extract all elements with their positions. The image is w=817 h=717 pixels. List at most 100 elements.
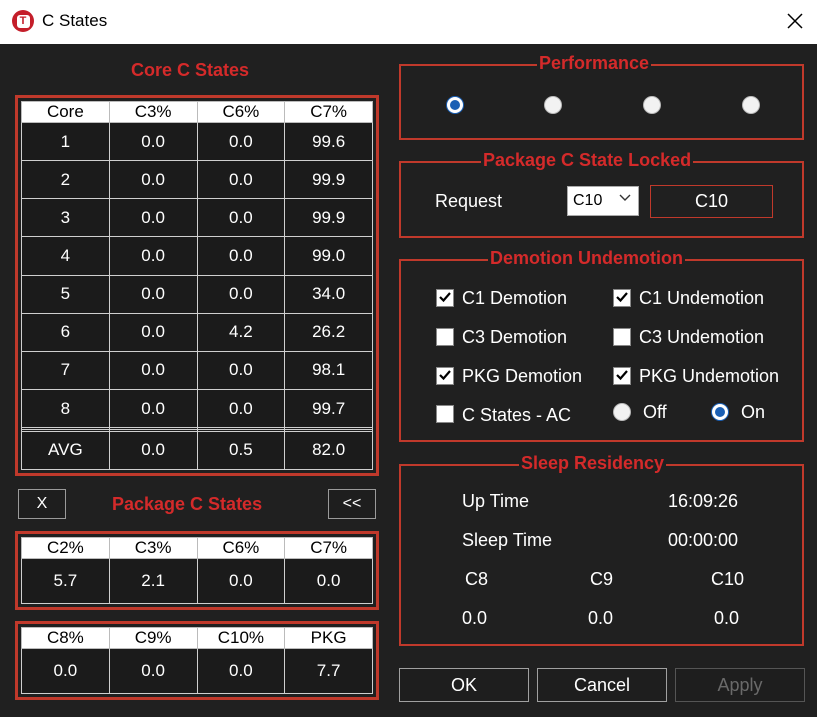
table-cell: 99.7 <box>284 388 373 429</box>
performance-title: Performance <box>537 53 652 74</box>
package-table-value-cell: 7.7 <box>284 648 373 694</box>
table-cell: 5 <box>21 274 110 314</box>
c8-residency-label: C8 <box>465 569 489 589</box>
table-cell: 0.0 <box>108 430 198 471</box>
core-table-header-cell: C6% <box>196 101 286 123</box>
demotion-title: Demotion Undemotion <box>488 248 685 269</box>
c3-undemotion-label: C3 Undemotion <box>639 327 765 347</box>
core-table-header-cell: C7% <box>284 101 373 123</box>
cancel-button[interactable]: Cancel <box>537 668 667 702</box>
table-cell: 0.0 <box>196 350 286 390</box>
request-select[interactable]: C10 <box>567 186 639 216</box>
table-cell: 34.0 <box>284 274 373 314</box>
request-select-value: C10 <box>573 192 603 209</box>
table-row: 3 0.0 0.0 99.9 <box>21 198 373 238</box>
collapse-button[interactable]: << <box>328 489 376 519</box>
performance-option-4-radio[interactable] <box>742 96 760 114</box>
c9-residency-label: C9 <box>590 569 614 589</box>
package-table-1: C2% C3% C6% C7% 5.7 2.1 0.0 0.0 <box>21 537 373 604</box>
table-cell: AVG <box>21 430 110 471</box>
sleep-time-value: 00:00:00 <box>668 530 739 550</box>
package-table-2: C8% C9% C10% PKG 0.0 0.0 0.0 7.7 <box>21 627 373 694</box>
table-cell: 0.0 <box>108 198 198 238</box>
table-row: 7 0.0 0.0 98.1 <box>21 350 373 390</box>
c3-demotion-label: C3 Demotion <box>462 327 568 347</box>
ok-button[interactable]: OK <box>399 668 529 702</box>
package-table-header-cell: C6% <box>196 537 286 559</box>
sleep-time-label: Sleep Time <box>462 530 553 550</box>
table-cell: 0.0 <box>196 160 286 200</box>
table-cell: 98.1 <box>284 350 373 390</box>
package-table-value-cell: 5.7 <box>21 558 110 604</box>
ac-on-radio[interactable] <box>711 403 729 421</box>
core-c-states-table: Core C3% C6% C7% 1 0.0 0.0 99.6 2 0.0 0.0 99.9 3 0.0… <box>21 101 373 471</box>
table-row: AVG 0.0 0.5 82.0 <box>21 430 373 471</box>
core-c-states-title: Core C States <box>131 60 250 80</box>
table-cell: 0.0 <box>196 121 286 162</box>
package-locked-title: Package C State Locked <box>481 150 694 171</box>
performance-option-2-radio[interactable] <box>544 96 562 114</box>
c-states-ac-checkbox[interactable] <box>436 405 454 423</box>
up-time-value: 16:09:26 <box>668 491 739 511</box>
checkmark-icon <box>439 370 451 381</box>
table-row: 2 0.0 0.0 99.9 <box>21 160 373 200</box>
request-label: Request <box>435 191 503 211</box>
performance-option-3-radio[interactable] <box>643 96 661 114</box>
table-cell: 1 <box>21 121 110 162</box>
sleep-residency-panel: Sleep Residency Up Time 16:09:26 Sleep T… <box>399 453 804 646</box>
locked-state-value: C10 <box>650 185 773 218</box>
package-close-button[interactable]: X <box>18 489 66 519</box>
table-row: 5 0.0 0.0 34.0 <box>21 274 373 314</box>
package-table-value-cell: 2.1 <box>108 558 198 604</box>
table-cell: 0.0 <box>108 160 198 200</box>
pkg-demotion-checkbox[interactable] <box>436 367 454 385</box>
pkg-demotion-label: PKG Demotion <box>462 366 583 386</box>
package-table-header-cell: PKG <box>284 627 373 649</box>
package-table-header-cell: C7% <box>284 537 373 559</box>
package-table-2-frame: C8% C9% C10% PKG 0.0 0.0 0.0 7.7 <box>15 621 379 700</box>
package-table-1-header-row: C2% C3% C6% C7% <box>21 537 373 559</box>
ac-off-radio[interactable] <box>613 403 631 421</box>
table-cell: 0.0 <box>196 388 286 429</box>
apply-button[interactable]: Apply <box>675 668 805 702</box>
sleep-residency-title: Sleep Residency <box>519 453 667 474</box>
pkg-undemotion-checkbox[interactable] <box>613 367 631 385</box>
table-cell: 0.0 <box>196 236 286 276</box>
close-window-button[interactable] <box>783 8 807 34</box>
table-cell: 0.0 <box>108 121 198 162</box>
c1-undemotion-checkbox[interactable] <box>613 289 631 307</box>
checkmark-icon <box>439 292 451 303</box>
table-cell: 0.0 <box>196 198 286 238</box>
table-cell: 3 <box>21 198 110 238</box>
table-cell: 99.9 <box>284 198 373 238</box>
table-cell: 7 <box>21 350 110 390</box>
window-client-area: Core C States Core C3% C6% C7% 1 0.0 0.0 99.6 2… <box>0 44 817 717</box>
package-table-header-cell: C9% <box>108 627 198 649</box>
checkmark-icon <box>616 292 628 303</box>
up-time-label: Up Time <box>462 491 530 511</box>
c1-demotion-checkbox[interactable] <box>436 289 454 307</box>
c9-residency-value: 0.0 <box>588 608 614 628</box>
package-table-value-cell: 0.0 <box>21 648 110 694</box>
performance-option-1-radio[interactable] <box>446 96 464 114</box>
package-table-header-cell: C8% <box>21 627 110 649</box>
demotion-panel: Demotion Undemotion C1 Demotion C1 Undem… <box>399 248 804 442</box>
c10-residency-value: 0.0 <box>714 608 740 628</box>
c10-residency-label: C10 <box>711 569 745 589</box>
c3-demotion-checkbox[interactable] <box>436 328 454 346</box>
table-cell: 82.0 <box>284 430 373 471</box>
table-cell: 99.9 <box>284 160 373 200</box>
table-cell: 0.5 <box>196 430 286 471</box>
app-logo-icon: T <box>12 10 34 32</box>
table-row: 1 0.0 0.0 99.6 <box>21 121 373 162</box>
c3-undemotion-checkbox[interactable] <box>613 328 631 346</box>
table-cell: 0.0 <box>108 274 198 314</box>
table-cell: 99.0 <box>284 236 373 276</box>
core-table-header-cell: Core <box>21 101 110 123</box>
package-table-header-cell: C3% <box>108 537 198 559</box>
core-table-header-cell: C3% <box>108 101 198 123</box>
table-cell: 0.0 <box>196 274 286 314</box>
package-table-value-cell: 0.0 <box>108 648 198 694</box>
pkg-undemotion-label: PKG Undemotion <box>639 366 780 386</box>
package-table-value-cell: 0.0 <box>196 648 286 694</box>
